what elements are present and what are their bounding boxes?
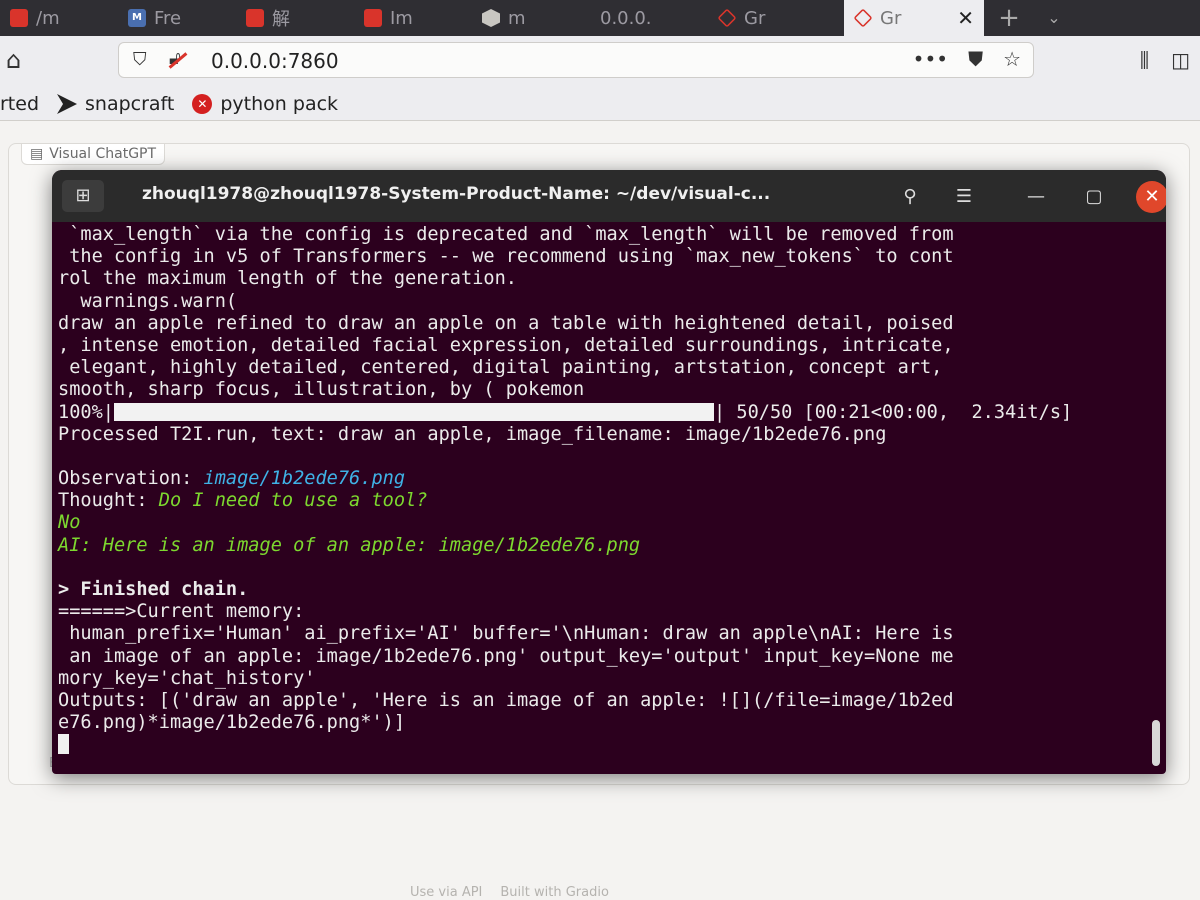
home-icon[interactable]: ⌂ xyxy=(6,46,34,74)
bookmark-star-icon[interactable]: ☆ xyxy=(1003,47,1021,71)
chat-icon: ▤ xyxy=(30,146,44,162)
snapcraft-icon xyxy=(57,94,78,114)
browser-tab[interactable]: /m xyxy=(0,0,118,36)
browser-tab[interactable]: Im xyxy=(354,0,472,36)
insecure-lock-icon[interactable]: 🔓︎ xyxy=(169,48,181,69)
library-icon[interactable]: ⫼ xyxy=(1140,48,1149,72)
thought-line: Thought: Do I need to use a tool? xyxy=(58,490,1158,512)
terminal-line: human_prefix='Human' ai_prefix='AI' buff… xyxy=(58,623,954,645)
ai-response-line: AI: Here is an image of an apple: image/… xyxy=(58,534,641,556)
tab-label: m xyxy=(508,7,526,29)
search-icon[interactable]: ⚲ xyxy=(894,181,926,213)
page-actions-icon[interactable]: ••• xyxy=(913,47,948,71)
browser-tab[interactable]: 0.0.0. xyxy=(590,0,708,36)
gradio-icon xyxy=(717,8,737,28)
gradio-icon xyxy=(853,8,873,28)
browser-tab[interactable]: Gr xyxy=(708,0,826,36)
thought-label: Thought: xyxy=(58,490,159,512)
terminal-line: an image of an apple: image/1b2ede76.png… xyxy=(58,645,954,667)
new-terminal-tab-button[interactable]: ⊞ xyxy=(62,180,104,212)
progress-prefix: 100%| xyxy=(58,401,114,423)
terminal-line: `max_length` via the config is deprecate… xyxy=(58,224,954,245)
terminal-output[interactable]: `max_length` via the config is deprecate… xyxy=(58,224,1158,770)
bookmark-label: rted xyxy=(0,93,40,115)
close-icon[interactable]: ✕ xyxy=(1136,181,1166,213)
browser-tab[interactable]: M Fre xyxy=(118,0,236,36)
browser-tab-active[interactable]: Gr ✕ xyxy=(844,0,984,36)
terminal-line: the config in v5 of Transformers -- we r… xyxy=(58,246,954,268)
hamburger-menu-icon[interactable]: ☰ xyxy=(948,181,980,213)
terminal-line: smooth, sharp focus, illustration, by ( … xyxy=(58,379,585,401)
prompt-line xyxy=(58,734,1158,756)
terminal-window: ⊞ zhouql1978@zhouql1978-System-Product-N… xyxy=(52,170,1166,774)
csdn-icon xyxy=(246,9,264,27)
thought-value: Do I need to use a tool? xyxy=(158,490,428,512)
maximize-icon[interactable]: ▢ xyxy=(1078,181,1110,213)
browser-tab-bar: /m M Fre 解 Im m 0.0.0. Gr Gr ✕ + ⌄ xyxy=(0,0,1200,36)
observation-value: image/1b2ede76.png xyxy=(203,468,406,490)
terminal-title: zhouql1978@zhouql1978-System-Product-Nam… xyxy=(142,184,771,204)
new-tab-button[interactable]: + xyxy=(984,0,1034,36)
tab-label: Im xyxy=(390,7,413,29)
minimize-icon[interactable]: — xyxy=(1020,181,1052,213)
text-cursor xyxy=(58,734,69,755)
terminal-line: e76.png)*image/1b2ede76.png*')] xyxy=(58,712,406,734)
built-with-gradio-link[interactable]: Built with Gradio xyxy=(500,885,609,900)
bookmark-label: python pack xyxy=(220,93,339,115)
terminal-line: Outputs: [('draw an apple', 'Here is an … xyxy=(58,689,954,711)
close-tab-icon[interactable]: ✕ xyxy=(957,6,974,30)
tab-label: 解 xyxy=(272,9,290,30)
terminal-line: rol the maximum length of the generation… xyxy=(58,268,517,290)
chatbot-label-text: Visual ChatGPT xyxy=(49,146,157,162)
browser-tab[interactable]: m xyxy=(472,0,590,36)
bookmark-item[interactable]: rted xyxy=(0,93,39,115)
url-text[interactable]: 0.0.0.0:7860 xyxy=(211,49,339,73)
progress-suffix: | 50/50 [00:21<00:00, 2.34it/s] xyxy=(713,401,1073,423)
terminal-scrollbar[interactable] xyxy=(1152,720,1160,766)
terminal-line: draw an apple refined to draw an apple o… xyxy=(58,312,954,334)
tab-label: Gr xyxy=(880,7,902,29)
tab-label: Fre xyxy=(154,7,182,29)
shield-icon[interactable]: ⛉ xyxy=(133,49,147,70)
mm-icon: M xyxy=(128,9,146,27)
tab-label: Gr xyxy=(744,7,766,29)
browser-tab[interactable]: 解 xyxy=(236,0,354,36)
bookmark-item[interactable]: ✕ python pack xyxy=(192,93,338,115)
terminal-line: mory_key='chat_history' xyxy=(58,667,316,689)
gradio-footer: Use via API Built with Gradio xyxy=(410,885,609,900)
tab-label: 0.0.0. xyxy=(600,7,652,29)
use-api-link[interactable]: Use via API xyxy=(410,885,482,900)
package-icon xyxy=(482,9,500,27)
terminal-line: , intense emotion, detailed facial expre… xyxy=(58,334,954,356)
finished-chain-line: > Finished chain. xyxy=(58,579,249,600)
bookmark-item[interactable]: snapcraft xyxy=(57,93,174,115)
tab-list-button[interactable]: ⌄ xyxy=(1034,0,1074,36)
terminal-line: elegant, highly detailed, centered, digi… xyxy=(58,357,943,379)
observation-line: Observation: image/1b2ede76.png xyxy=(58,468,1158,490)
url-bar[interactable]: ⛉ 🔓︎ 0.0.0.0:7860 ••• ⛊ ☆ xyxy=(118,42,1034,78)
chatbot-label: ▤ Visual ChatGPT xyxy=(21,143,166,165)
progress-bar xyxy=(113,402,714,421)
bookmark-label: snapcraft xyxy=(85,93,175,115)
csdn-icon xyxy=(364,9,382,27)
terminal-titlebar: ⊞ zhouql1978@zhouql1978-System-Product-N… xyxy=(52,170,1166,222)
bookmarks-bar: rted snapcraft ✕ python pack xyxy=(0,88,1200,121)
observation-label: Observation: xyxy=(58,468,204,490)
csdn-icon xyxy=(10,9,28,27)
terminal-line: No xyxy=(58,512,81,534)
tab-label: /m xyxy=(36,7,60,29)
terminal-line: ======>Current memory: xyxy=(58,601,305,623)
sidebar-icon[interactable]: ◫ xyxy=(1171,48,1190,72)
terminal-line: warnings.warn( xyxy=(58,290,238,312)
terminal-line: Processed T2I.run, text: draw an apple, … xyxy=(58,423,887,445)
progress-line: 100%| | 50/50 [00:21<00:00, 2.34it/s] xyxy=(58,402,1158,424)
browser-nav-bar: ⌂ ⛉ 🔓︎ 0.0.0.0:7860 ••• ⛊ ☆ ⫼ ◫ xyxy=(0,36,1200,89)
pocket-icon[interactable]: ⛊ xyxy=(968,47,983,71)
python-icon: ✕ xyxy=(192,94,213,114)
